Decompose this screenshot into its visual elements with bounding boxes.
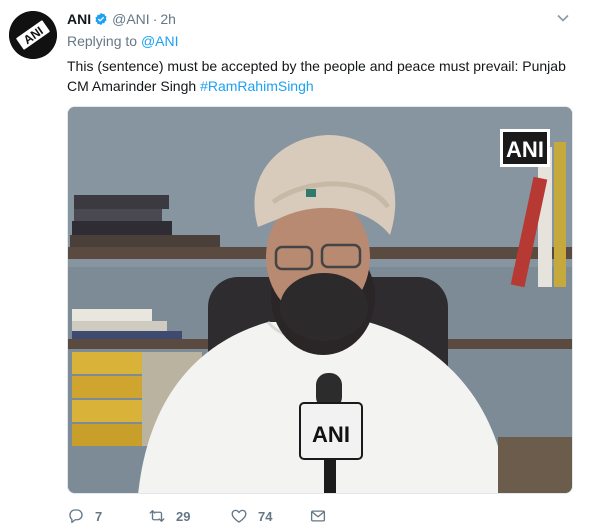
turban-badge xyxy=(306,189,316,197)
yellow-box xyxy=(72,424,142,446)
tweet-timestamp[interactable]: 2h xyxy=(160,11,176,27)
tweet-text-line-1: This (sentence) must be accepted by the … xyxy=(67,58,566,74)
book xyxy=(72,321,167,331)
table xyxy=(498,437,572,493)
replying-mention-link[interactable]: @ANI xyxy=(141,33,179,49)
book xyxy=(72,309,152,321)
watermark-label: ANI xyxy=(506,137,544,162)
mic-flag-label: ANI xyxy=(312,422,350,447)
video-frame: ANI ANI xyxy=(68,107,572,493)
retweet-button[interactable]: 29 xyxy=(148,507,190,525)
tweet-text: This (sentence) must be accepted by the … xyxy=(67,57,572,96)
reply-icon xyxy=(69,509,83,524)
book xyxy=(74,195,169,209)
author-name[interactable]: ANI xyxy=(67,11,91,27)
replying-to: Replying to @ANI xyxy=(67,33,179,49)
yellow-box xyxy=(72,352,142,374)
book xyxy=(70,235,220,247)
tweet-card[interactable]: ANI ANI @ANI · 2h Replying to @ANI This … xyxy=(0,0,589,528)
ani-logo-icon: ANI xyxy=(9,11,57,59)
avatar[interactable]: ANI xyxy=(9,11,57,59)
reply-count: 7 xyxy=(95,508,103,524)
book xyxy=(74,209,162,221)
direct-message-button[interactable] xyxy=(309,507,327,525)
like-count: 74 xyxy=(258,508,273,524)
author-handle[interactable]: @ANI xyxy=(112,11,150,27)
verified-badge-icon xyxy=(95,12,107,26)
reply-button[interactable]: 7 xyxy=(67,507,102,525)
book xyxy=(72,221,172,235)
tweet-media-video[interactable]: ANI ANI xyxy=(67,106,573,494)
retweet-icon xyxy=(149,510,165,522)
tweet-text-line-2-plain: CM Amarinder Singh xyxy=(67,77,201,94)
tweet-text-line-2: CM Amarinder Singh #RamRahimSingh xyxy=(67,77,572,97)
book xyxy=(538,147,552,287)
yellow-box xyxy=(72,376,142,398)
yellow-box xyxy=(72,400,142,422)
book xyxy=(554,142,566,287)
like-button[interactable]: 74 xyxy=(230,507,272,525)
book xyxy=(72,331,182,339)
tweet-header: ANI @ANI · 2h xyxy=(67,9,176,29)
heart-icon xyxy=(231,509,247,523)
envelope-icon xyxy=(310,510,326,522)
hashtag-link[interactable]: #RamRahimSingh xyxy=(200,78,314,94)
beard-lower xyxy=(280,273,368,341)
retweet-count: 29 xyxy=(176,508,191,524)
replying-prefix: Replying to xyxy=(67,33,138,49)
header-separator: · xyxy=(152,11,158,27)
chevron-down-icon[interactable] xyxy=(557,14,569,22)
